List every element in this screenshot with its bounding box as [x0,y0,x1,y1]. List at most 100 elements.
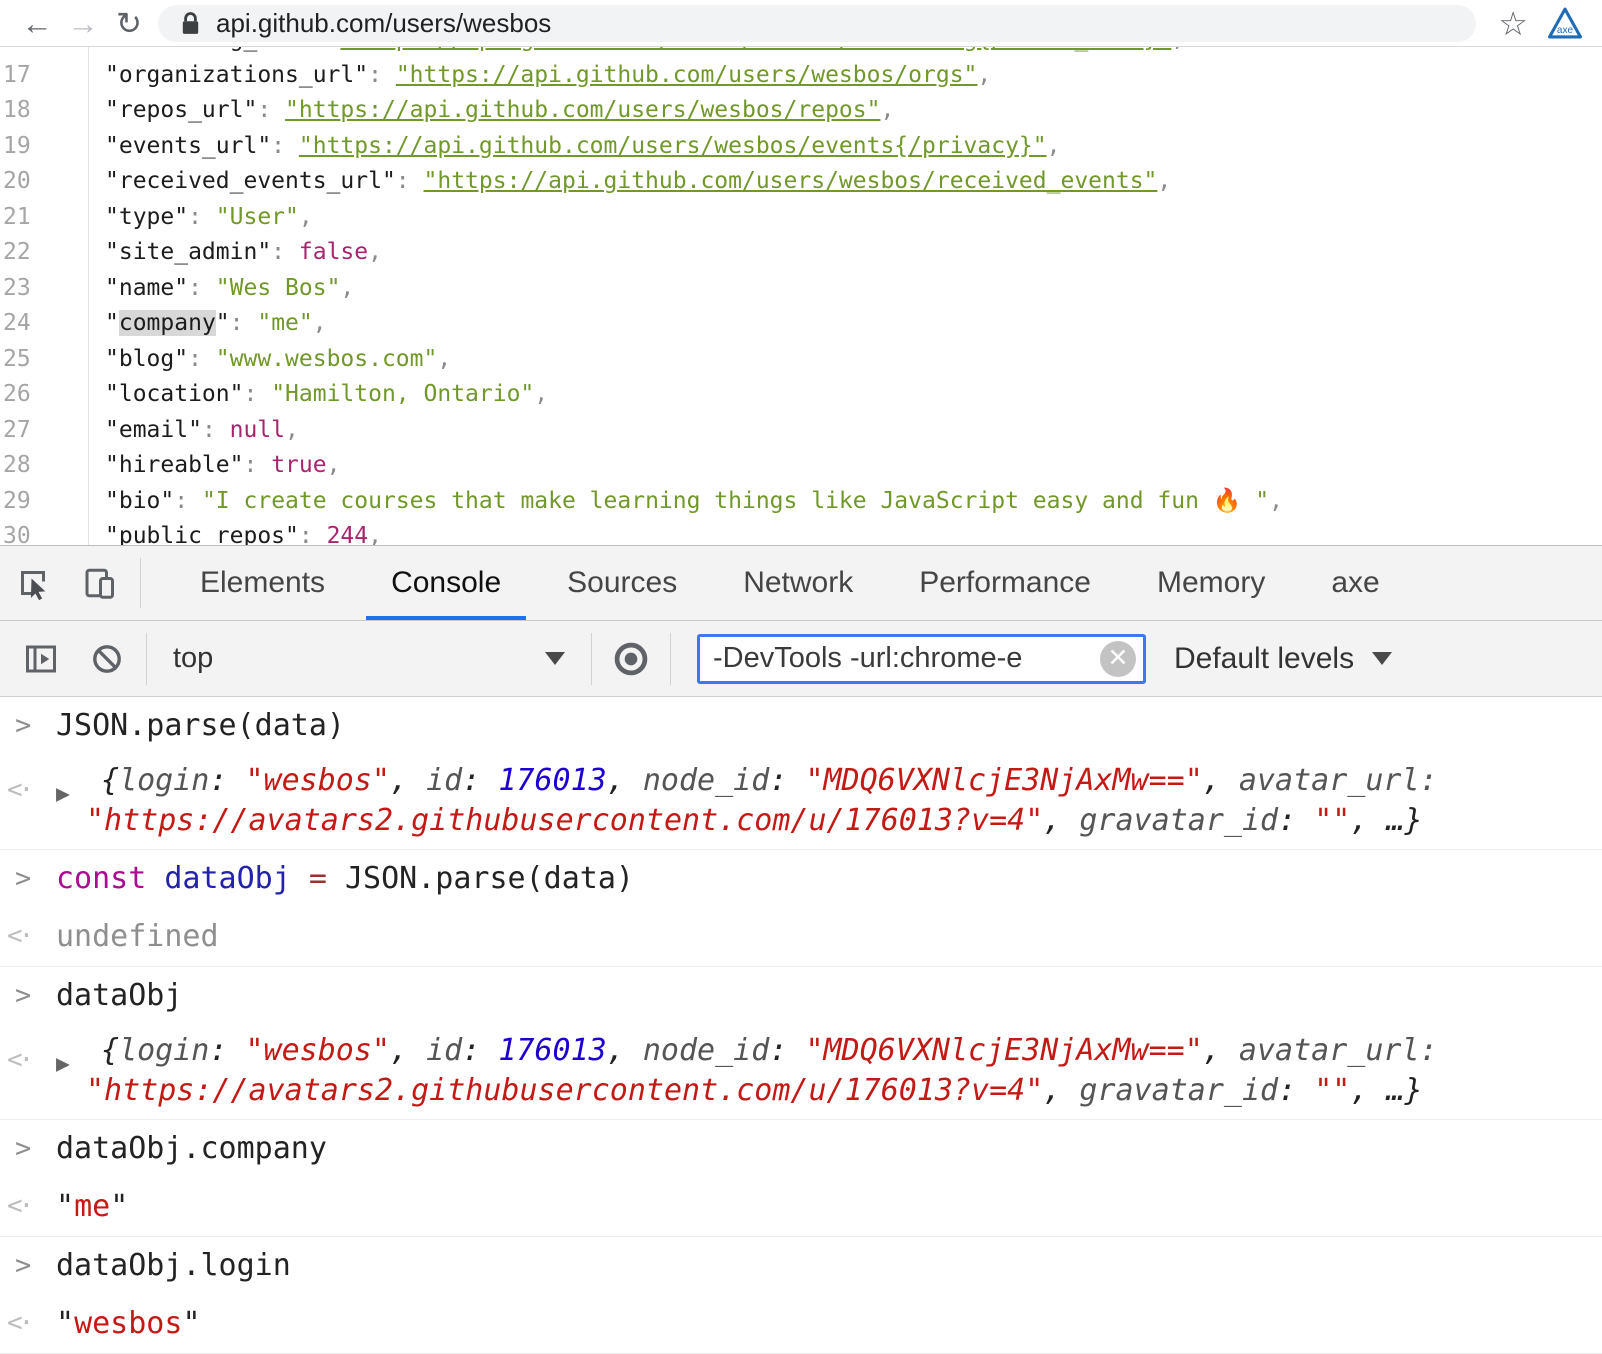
tab-axe[interactable]: axe [1298,546,1412,620]
lock-icon [180,10,201,37]
console-input-code[interactable]: dataObj.login [56,1248,291,1283]
divider [146,633,147,685]
json-line-code: "bio": "I create courses that make learn… [88,484,1283,520]
token: "wesbos" [246,1033,391,1068]
json-line-code: "received_events_url": "https://api.gith… [88,164,1171,200]
token: "events_url" [105,133,271,159]
console-object-preview-row: <·▶{login: "wesbos", id: 176013, node_id… [0,1023,1602,1120]
token: node_id [643,763,769,798]
back-icon[interactable]: ← [14,8,60,39]
console-result-value: undefined [56,919,219,954]
token: "" [1314,1073,1350,1108]
devtools-tabbar: ElementsConsoleSourcesNetworkPerformance… [0,545,1602,621]
inspect-element-icon[interactable] [0,546,66,620]
devtools-tabs: ElementsConsoleSourcesNetworkPerformance… [167,546,1413,620]
token: node_id [643,1033,769,1068]
expand-triangle-icon[interactable]: ▶ [56,1051,86,1077]
log-levels-label: Default levels [1174,642,1354,676]
token: "" [1314,803,1350,838]
token: avatar_url: [1239,1033,1438,1068]
line-number: 30 [0,519,88,545]
clear-filter-icon[interactable]: ✕ [1100,641,1136,677]
object-preview-line: "https://avatars2.githubusercontent.com/… [86,801,1438,841]
token: , [1047,133,1061,159]
console-input-code[interactable]: dataObj.company [56,1131,327,1166]
json-link[interactable]: "https://api.github.com/users/wesbos/rec… [424,168,1158,194]
token: , [1203,763,1239,798]
json-code-lines: 16"following_url": "https://api.github.c… [0,47,1602,545]
token: , [327,452,341,478]
token: : [271,133,299,159]
token: : [243,381,271,407]
tab-elements[interactable]: Elements [167,546,358,620]
token: "repos_url" [105,97,257,123]
tab-console[interactable]: Console [358,546,534,620]
reload-icon[interactable]: ↻ [106,8,152,39]
tab-sources[interactable]: Sources [534,546,710,620]
json-link[interactable]: "https://api.github.com/users/wesbos/fol… [340,47,1171,52]
token: , [1350,1073,1386,1108]
tab-network[interactable]: Network [710,546,886,620]
token [146,861,164,896]
token: : [202,417,230,443]
sidebar-toggle-icon[interactable] [8,641,74,677]
token: : [396,168,424,194]
json-line: 28"hireable": true, [0,448,1602,484]
clear-console-icon[interactable] [74,642,140,676]
filter-input[interactable] [697,634,1146,684]
frame-selector-label: top [173,642,213,675]
address-bar[interactable]: api.github.com/users/wesbos [158,5,1476,42]
frame-selector-dropdown[interactable]: top [153,642,585,675]
token: , [534,381,548,407]
token [327,861,345,896]
line-number: 23 [0,271,88,307]
token: { [101,1033,119,1068]
token: : [188,275,216,301]
console-prompt-icon: > [0,710,56,741]
token: login [119,1033,209,1068]
token: JSON.parse(data) [56,708,345,743]
token: …} [1386,1073,1422,1108]
json-link[interactable]: "https://api.github.com/users/wesbos/org… [396,62,978,88]
token: dataObj [56,978,182,1013]
token: "me" [257,310,312,336]
token: "https://avatars2.githubusercontent.com/… [86,803,1043,838]
json-link[interactable]: "https://api.github.com/users/wesbos/rep… [285,97,880,123]
json-link[interactable]: "https://api.github.com/users/wesbos/eve… [299,133,1047,159]
token: , [1043,803,1079,838]
bookmark-star-icon[interactable]: ☆ [1498,7,1528,40]
console-input-code[interactable]: dataObj [56,978,182,1013]
console-input-code[interactable]: const dataObj = JSON.parse(data) [56,861,634,896]
token: gravatar_id [1079,803,1278,838]
forward-icon[interactable]: → [60,8,106,39]
expand-triangle-icon[interactable]: ▶ [56,781,86,807]
console-input-code[interactable]: JSON.parse(data) [56,708,345,743]
tab-memory[interactable]: Memory [1124,546,1298,620]
token: : [299,523,327,545]
token: JSON.parse(data) [345,861,634,896]
line-number: 16 [0,47,88,58]
token: "hireable" [105,452,243,478]
console-result-value: "me" [56,1189,128,1224]
token: , [607,1033,643,1068]
line-number: 24 [0,306,88,342]
token: , [607,763,643,798]
json-line-code: "events_url": "https://api.github.com/us… [88,129,1060,165]
json-line-code: "email": null, [88,413,299,449]
line-number: 28 [0,448,88,484]
device-toolbar-icon[interactable] [66,546,132,620]
json-line: 17"organizations_url": "https://api.gith… [0,58,1602,94]
json-line: 27"email": null, [0,413,1602,449]
live-expression-eye-icon[interactable] [598,640,664,678]
line-number: 20 [0,164,88,200]
line-number: 19 [0,129,88,165]
console-filter: ✕ [697,634,1146,684]
tab-performance[interactable]: Performance [886,546,1124,620]
token [291,861,309,896]
axe-extension-icon[interactable]: axe [1546,6,1584,40]
object-preview-line: "https://avatars2.githubusercontent.com/… [86,1071,1438,1111]
token: "User" [216,204,299,230]
log-levels-dropdown[interactable]: Default levels [1174,642,1392,676]
token: true [271,452,326,478]
json-line: 25"blog": "www.wesbos.com", [0,342,1602,378]
